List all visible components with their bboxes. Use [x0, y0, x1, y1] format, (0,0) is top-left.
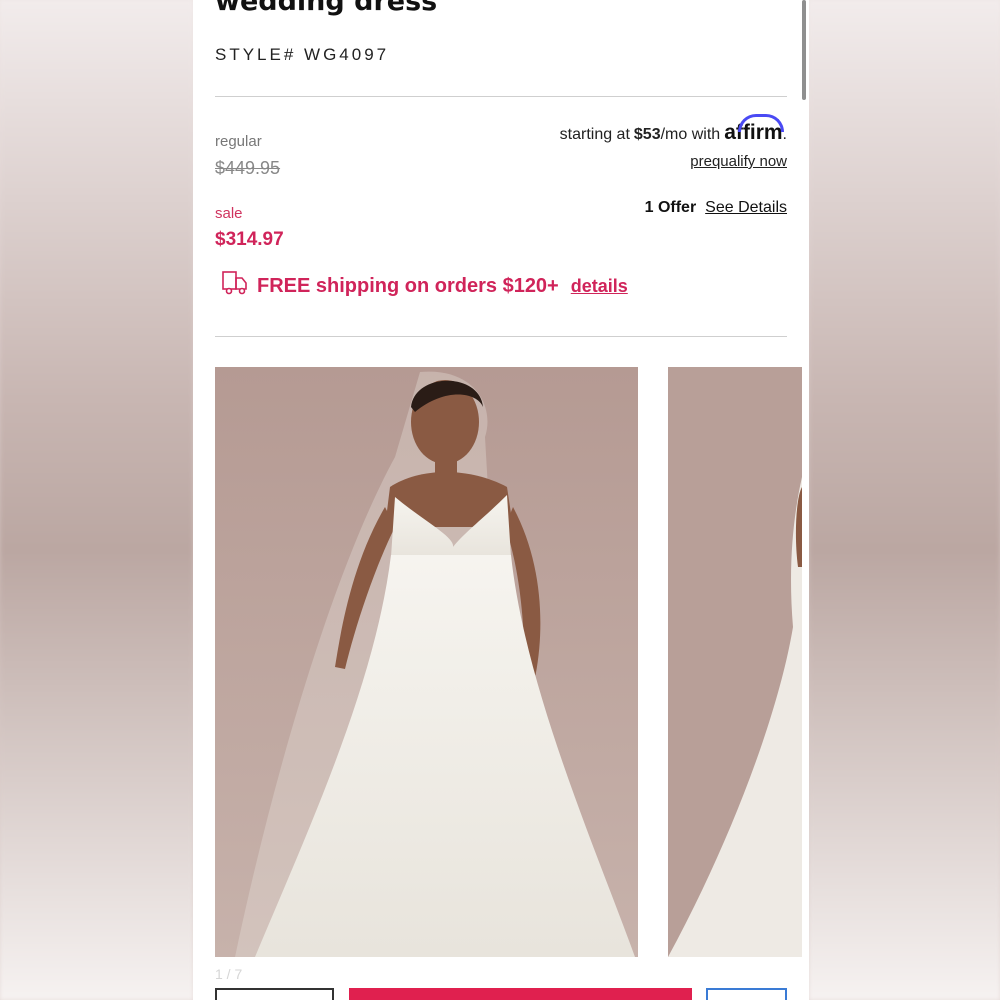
product-image-main[interactable] [215, 367, 638, 957]
product-page: wedding dress STYLE# WG4097 regular $449… [193, 0, 809, 1000]
gallery-pager: 1 / 7 [215, 966, 243, 982]
background-left [0, 0, 193, 1000]
affirm-amount: $53 [633, 126, 661, 143]
regular-price: $449.95 [215, 158, 281, 178]
shipping-truck-icon [221, 270, 249, 302]
offer-count: 1 Offer [644, 199, 697, 216]
affirm-financing: starting at $53/mo with affirm . [559, 114, 787, 145]
affirm-logo: affirm [724, 114, 785, 145]
add-to-bag-button[interactable] [349, 988, 692, 1000]
favorite-button[interactable] [706, 988, 787, 1000]
free-shipping: FREE shipping on orders $120+ details [221, 270, 628, 302]
divider-bottom [215, 336, 787, 337]
divider-top [215, 96, 787, 97]
regular-label: regular [215, 133, 262, 150]
shipping-details-link[interactable]: details [571, 276, 628, 297]
style-number: STYLE# WG4097 [215, 45, 390, 64]
bride-photo-2 [668, 367, 802, 957]
size-button[interactable] [215, 988, 334, 1000]
affirm-prefix: starting at [559, 126, 630, 143]
bride-photo [215, 367, 638, 957]
offers: 1 Offer See Details [645, 199, 787, 217]
product-image-next[interactable] [668, 367, 802, 957]
prequalify-link[interactable]: prequalify now [690, 153, 787, 170]
scrollbar[interactable] [802, 0, 806, 100]
product-title: wedding dress [215, 0, 438, 17]
affirm-suffix: /mo with [660, 126, 721, 143]
background-right [809, 0, 1000, 1000]
affirm-arc-icon [738, 114, 785, 132]
shipping-text: FREE shipping on orders $120+ [257, 274, 559, 297]
sale-label: sale [215, 205, 243, 222]
see-details-link[interactable]: See Details [705, 199, 787, 217]
sale-price: $314.97 [215, 229, 284, 250]
